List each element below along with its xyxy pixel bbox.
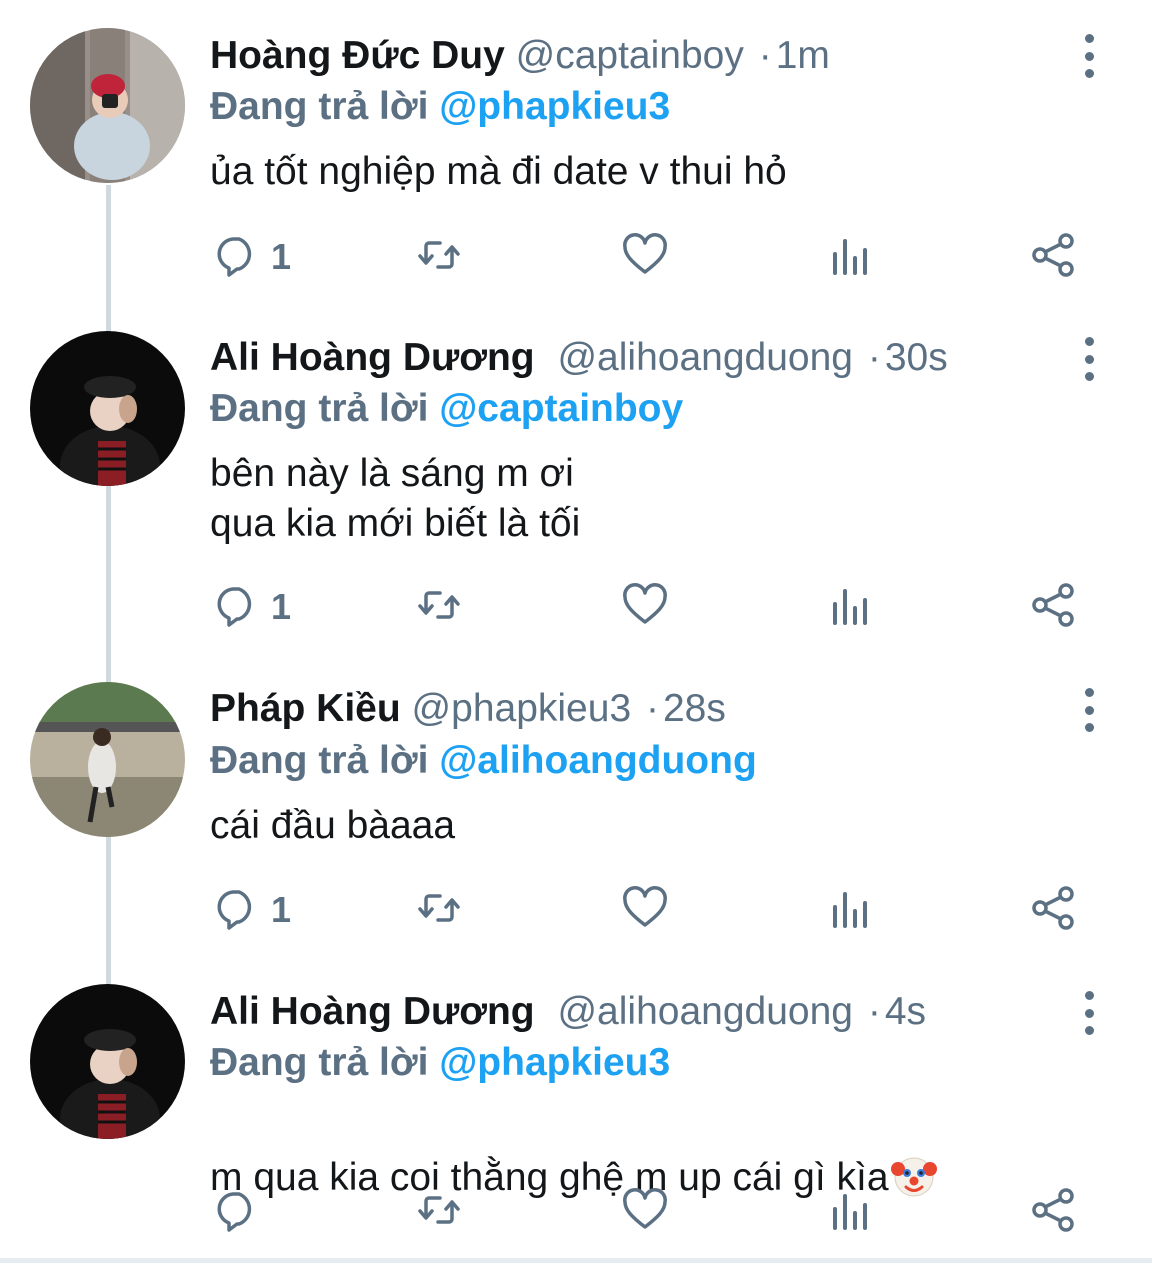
retweet-icon	[416, 232, 462, 283]
tweet-header: Ali Hoàng Dương @alihoangduong · 30s	[210, 336, 948, 380]
avatar[interactable]	[30, 984, 185, 1139]
tweet-text: ủa tốt nghiệp mà đi date v thui hỏ	[210, 150, 787, 193]
tweet-text: cái đầu bàaaa	[210, 804, 456, 847]
like-icon	[622, 885, 668, 936]
like-icon	[622, 582, 668, 633]
reply-button[interactable]: 1	[213, 885, 291, 935]
retweet-button[interactable]	[416, 885, 462, 935]
action-bar	[0, 1187, 1152, 1237]
tweet-header: Hoàng Đức Duy @captainboy · 1m	[210, 34, 830, 78]
handle[interactable]: @alihoangduong	[557, 336, 853, 379]
more-options-icon[interactable]	[1074, 688, 1104, 732]
analytics-button[interactable]	[826, 1187, 872, 1237]
separator: ·	[867, 990, 881, 1033]
handle[interactable]: @captainboy	[516, 34, 744, 77]
retweet-button[interactable]	[416, 582, 462, 632]
share-icon	[1030, 232, 1076, 283]
reply-icon	[213, 885, 259, 936]
share-icon	[1030, 1187, 1076, 1238]
analytics-icon	[826, 1187, 872, 1238]
more-options-icon[interactable]	[1074, 991, 1104, 1035]
action-bar: 1	[0, 232, 1152, 282]
replying-to: Đang trả lời @alihoangduong	[210, 739, 757, 783]
timestamp[interactable]: 4s	[885, 990, 926, 1033]
avatar[interactable]	[30, 28, 185, 183]
like-button[interactable]	[622, 1187, 668, 1237]
mention-link[interactable]: @alihoangduong	[439, 739, 756, 782]
share-button[interactable]	[1030, 232, 1076, 282]
display-name[interactable]: Pháp Kiều	[210, 687, 401, 730]
handle[interactable]: @phapkieu3	[412, 687, 632, 730]
share-button[interactable]	[1030, 1187, 1076, 1237]
share-icon	[1030, 582, 1076, 633]
reply-icon	[213, 232, 259, 283]
reply-button[interactable]: 1	[213, 582, 291, 632]
replying-label: Đang trả lời	[210, 739, 429, 782]
analytics-button[interactable]	[826, 885, 872, 935]
like-icon	[622, 1187, 668, 1238]
reply-count: 1	[271, 586, 292, 627]
reply-count: 1	[271, 889, 292, 930]
avatar[interactable]	[30, 682, 185, 837]
mention-link[interactable]: @phapkieu3	[439, 1041, 670, 1084]
like-button[interactable]	[622, 232, 668, 282]
like-icon	[622, 232, 668, 283]
handle[interactable]: @alihoangduong	[557, 990, 853, 1033]
action-bar: 1	[0, 885, 1152, 935]
analytics-button[interactable]	[826, 232, 872, 282]
reply-icon	[213, 582, 259, 633]
retweet-icon	[416, 885, 462, 936]
share-icon	[1030, 885, 1076, 936]
tweet-header: Ali Hoàng Dương @alihoangduong · 4s	[210, 990, 926, 1034]
more-options-icon[interactable]	[1074, 337, 1104, 381]
separator: ·	[645, 687, 659, 730]
timestamp[interactable]: 1m	[776, 34, 830, 77]
analytics-icon	[826, 232, 872, 283]
more-options-icon[interactable]	[1074, 34, 1104, 78]
separator: ·	[758, 34, 772, 77]
replying-label: Đang trả lời	[210, 1041, 429, 1084]
replying-to: Đang trả lời @captainboy	[210, 387, 683, 431]
reply-button[interactable]	[213, 1187, 271, 1237]
avatar[interactable]	[30, 331, 185, 486]
reply-count: 1	[271, 236, 292, 277]
analytics-button[interactable]	[826, 582, 872, 632]
reply-button[interactable]: 1	[213, 232, 291, 282]
display-name[interactable]: Ali Hoàng Dương	[210, 336, 535, 379]
mention-link[interactable]: @phapkieu3	[439, 85, 670, 128]
like-button[interactable]	[622, 885, 668, 935]
action-bar: 1	[0, 582, 1152, 632]
tweet-text: bên này là sáng m ơi qua kia mới biết là…	[210, 452, 581, 545]
reply-icon	[213, 1187, 259, 1238]
mention-link[interactable]: @captainboy	[439, 387, 683, 430]
like-button[interactable]	[622, 582, 668, 632]
retweet-icon	[416, 582, 462, 633]
display-name[interactable]: Ali Hoàng Dương	[210, 990, 535, 1033]
timestamp[interactable]: 30s	[885, 336, 948, 379]
tweet-header: Pháp Kiều @phapkieu3 · 28s	[210, 687, 726, 731]
replying-label: Đang trả lời	[210, 85, 429, 128]
analytics-icon	[826, 582, 872, 633]
retweet-button[interactable]	[416, 232, 462, 282]
share-button[interactable]	[1030, 885, 1076, 935]
divider	[0, 1258, 1152, 1263]
replying-to: Đang trả lời @phapkieu3	[210, 1041, 670, 1085]
retweet-button[interactable]	[416, 1187, 462, 1237]
analytics-icon	[826, 885, 872, 936]
display-name[interactable]: Hoàng Đức Duy	[210, 34, 505, 77]
replying-to: Đang trả lời @phapkieu3	[210, 85, 670, 129]
share-button[interactable]	[1030, 582, 1076, 632]
timestamp[interactable]: 28s	[663, 687, 726, 730]
separator: ·	[867, 336, 881, 379]
replying-label: Đang trả lời	[210, 387, 429, 430]
retweet-icon	[416, 1187, 462, 1238]
